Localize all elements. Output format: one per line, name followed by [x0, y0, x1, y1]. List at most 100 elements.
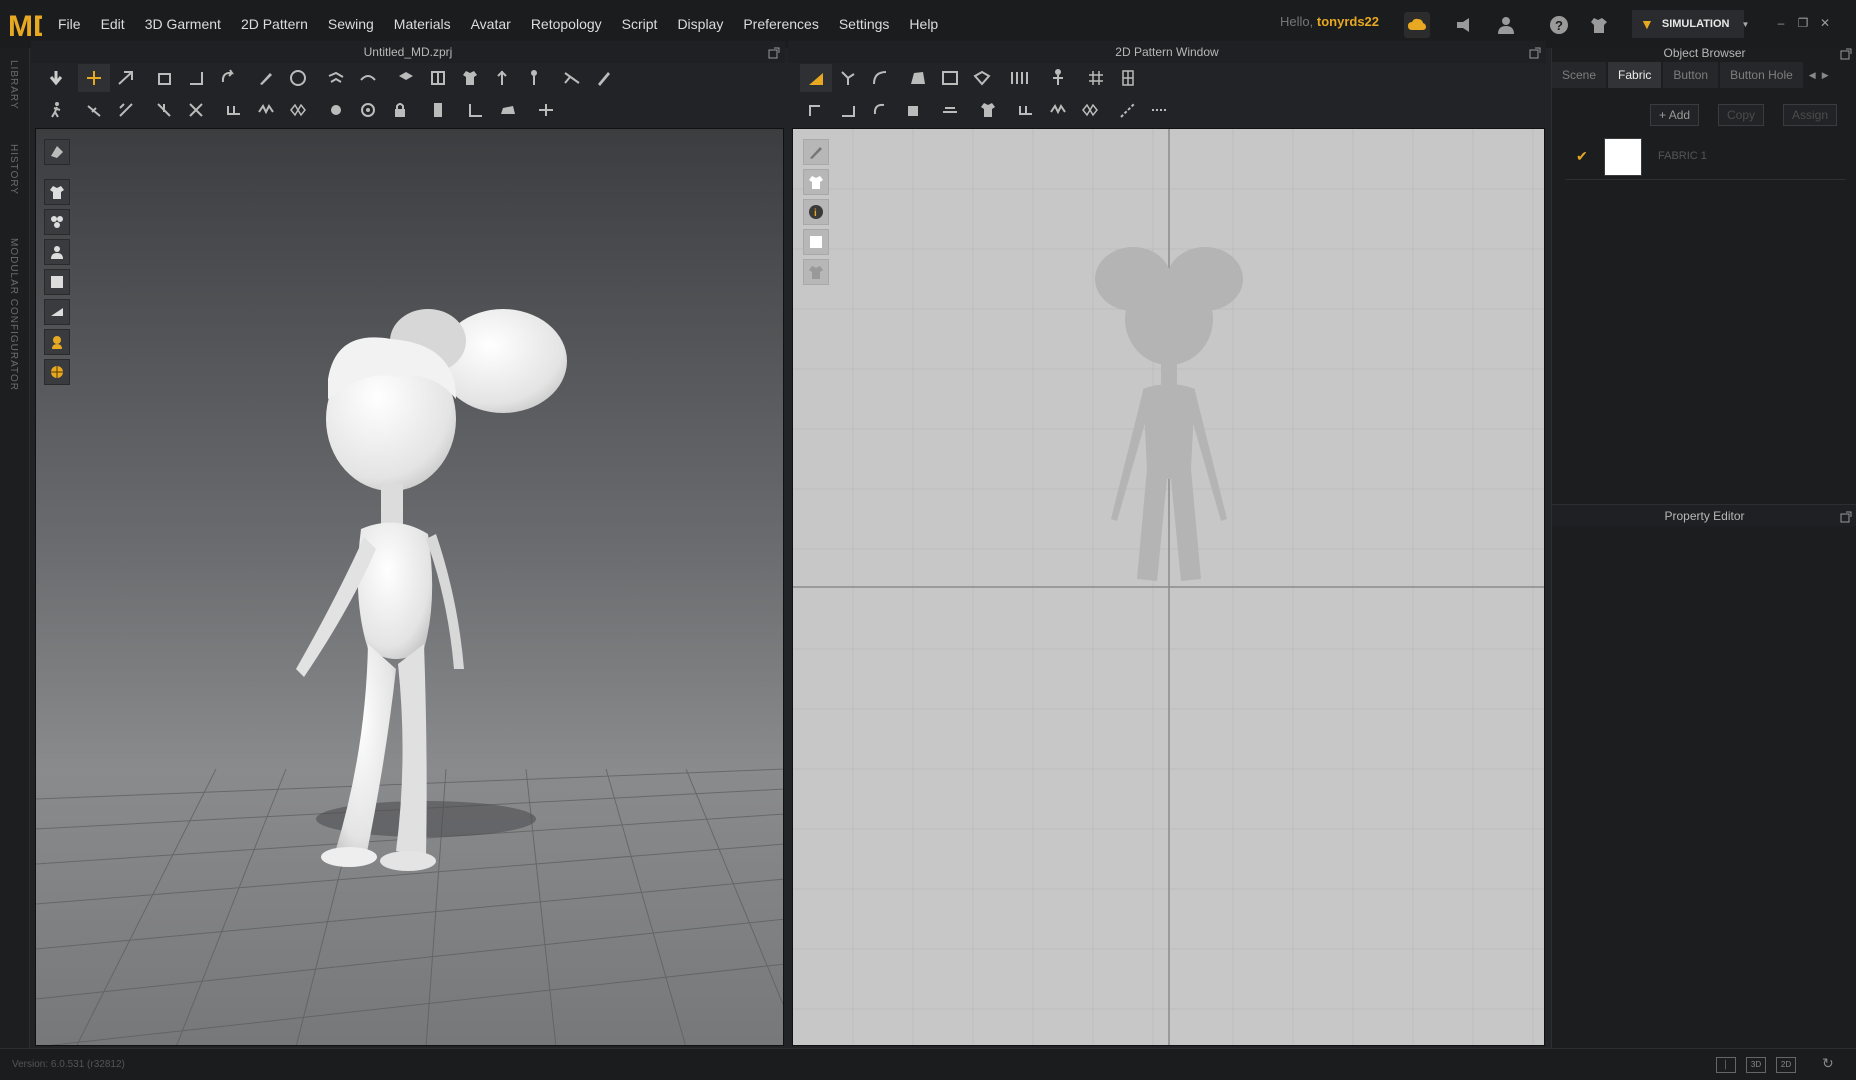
pattern-move-icon[interactable] — [800, 96, 832, 124]
select-move-icon[interactable] — [78, 64, 110, 92]
pattern-fold-icon[interactable] — [934, 96, 966, 124]
grid-icon[interactable] — [1080, 64, 1112, 92]
expand-icon[interactable] — [767, 44, 781, 59]
thickness-icon[interactable] — [44, 299, 70, 325]
polygon-icon[interactable] — [902, 64, 934, 92]
edit-sewing-icon[interactable] — [78, 96, 110, 124]
split-view-icon[interactable]: │ — [1716, 1057, 1736, 1073]
assign-fabric-button[interactable]: Assign — [1783, 104, 1838, 126]
copy-fabric-button[interactable]: Copy — [1718, 104, 1765, 126]
brush-icon[interactable] — [250, 64, 282, 92]
pattern-angle-icon[interactable] — [832, 96, 864, 124]
pattern-canvas[interactable] — [793, 129, 1545, 1046]
rectangle-icon[interactable] — [934, 64, 966, 92]
strengthen-icon[interactable] — [530, 96, 562, 124]
avatar-scene[interactable] — [36, 129, 784, 1046]
pattern-shape-icon[interactable] — [803, 259, 829, 285]
trim-icon[interactable] — [422, 96, 454, 124]
segment-sewing-icon[interactable] — [110, 96, 142, 124]
edit-pattern-icon[interactable] — [832, 64, 864, 92]
measure-icon[interactable] — [282, 64, 314, 92]
fabric-list-item[interactable]: ✔ FABRIC 1 — [1566, 134, 1846, 180]
transform-pattern-icon[interactable] — [800, 64, 832, 92]
viewport-2d[interactable]: i — [792, 128, 1545, 1046]
garment-share-icon[interactable] — [1586, 12, 1612, 38]
cloud-icon[interactable] — [1404, 12, 1430, 38]
pattern-stitch-icon[interactable] — [1010, 96, 1042, 124]
show-avatar-icon[interactable] — [44, 239, 70, 265]
fold-sewing-icon[interactable] — [180, 96, 212, 124]
tab-scene[interactable]: Scene — [1552, 62, 1607, 88]
tabs-scroll-left-icon[interactable]: ◀ — [1809, 62, 1816, 88]
mode-dropdown-icon[interactable]: ▼ — [1741, 20, 1749, 29]
view-mode-icon[interactable] — [44, 139, 70, 165]
fabric-name[interactable]: FABRIC 1 — [1658, 150, 1707, 162]
pattern-zipper-icon[interactable] — [1074, 96, 1106, 124]
free-sewing-icon[interactable] — [148, 96, 180, 124]
username[interactable]: tonyrds22 — [1317, 14, 1379, 29]
pattern-texture-icon[interactable] — [803, 229, 829, 255]
buttonhole-icon[interactable] — [352, 96, 384, 124]
show-garment-icon[interactable] — [44, 179, 70, 205]
button-icon[interactable] — [320, 96, 352, 124]
view-2d-button[interactable]: 2D — [1776, 1057, 1796, 1073]
steam-icon[interactable] — [460, 96, 492, 124]
pattern-shirt-icon[interactable] — [972, 96, 1004, 124]
viewport-3d[interactable] — [35, 128, 784, 1046]
view-3d-button[interactable]: 3D — [1746, 1057, 1766, 1073]
fabric-display-icon[interactable] — [44, 269, 70, 295]
tabs-scroll-right-icon[interactable]: ▶ — [1822, 62, 1829, 88]
pattern-dash-icon[interactable] — [1144, 96, 1176, 124]
help-icon[interactable]: ? — [1546, 12, 1572, 38]
modular-configurator-tab[interactable]: MODULAR CONFIGURATOR — [8, 238, 19, 391]
pattern-puckering-icon[interactable] — [1042, 96, 1074, 124]
grid-slant-icon[interactable] — [1112, 64, 1144, 92]
library-tab[interactable]: LIBRARY — [8, 60, 19, 110]
avatar-skin-icon[interactable] — [44, 329, 70, 355]
expand-icon[interactable] — [1839, 508, 1853, 523]
pattern-garment-icon[interactable] — [803, 169, 829, 195]
avatar-walk-icon[interactable] — [40, 96, 72, 124]
fabric-swatch[interactable] — [1604, 138, 1642, 176]
avatar-arrange-icon[interactable] — [518, 64, 550, 92]
minimize-icon[interactable]: – — [1772, 14, 1790, 32]
add-fabric-button[interactable]: + Add — [1650, 104, 1700, 126]
refresh-icon[interactable]: ↻ — [1822, 1055, 1834, 1072]
pattern-rotate-icon[interactable] — [864, 96, 896, 124]
history-tab[interactable]: HISTORY — [8, 144, 19, 195]
announcement-icon[interactable] — [1452, 12, 1478, 38]
close-icon[interactable]: ✕ — [1816, 14, 1834, 32]
environment-icon[interactable] — [44, 359, 70, 385]
info-icon[interactable]: i — [803, 199, 829, 225]
pattern-line-icon[interactable] — [1112, 96, 1144, 124]
select-mesh-icon[interactable] — [110, 64, 142, 92]
restore-icon[interactable]: ❐ — [1794, 14, 1812, 32]
simulation-arrow-icon[interactable] — [40, 64, 72, 92]
expand-icon[interactable] — [1528, 44, 1542, 59]
user-icon[interactable] — [1493, 12, 1519, 38]
stitch-icon[interactable] — [218, 96, 250, 124]
tab-fabric[interactable]: Fabric — [1608, 62, 1662, 88]
show-avatar-icon[interactable] — [422, 64, 454, 92]
internal-polygon-icon[interactable] — [966, 64, 998, 92]
arrangement-point-icon[interactable] — [486, 64, 518, 92]
pen-icon[interactable] — [588, 64, 620, 92]
lock-icon[interactable] — [384, 96, 416, 124]
shirt-icon[interactable] — [454, 64, 486, 92]
edit-curvature-icon[interactable] — [864, 64, 896, 92]
tab-button[interactable]: Button — [1663, 62, 1719, 88]
layer-icon[interactable] — [390, 64, 422, 92]
simulation-mode-button[interactable]: ▼ SIMULATION ▼ — [1632, 10, 1749, 38]
pattern-avatar-icon[interactable] — [1042, 64, 1074, 92]
zipper-icon[interactable] — [282, 96, 314, 124]
puckering-icon[interactable] — [250, 96, 282, 124]
grading-icon[interactable] — [1004, 64, 1036, 92]
expand-icon[interactable] — [1839, 45, 1853, 60]
texture-icon[interactable] — [44, 209, 70, 235]
rotate-icon[interactable] — [212, 64, 244, 92]
pattern-offset-icon[interactable] — [896, 96, 928, 124]
tack-icon[interactable] — [352, 64, 384, 92]
pin-icon[interactable] — [320, 64, 352, 92]
fold-arrangement-icon[interactable] — [148, 64, 180, 92]
iron-icon[interactable] — [492, 96, 524, 124]
